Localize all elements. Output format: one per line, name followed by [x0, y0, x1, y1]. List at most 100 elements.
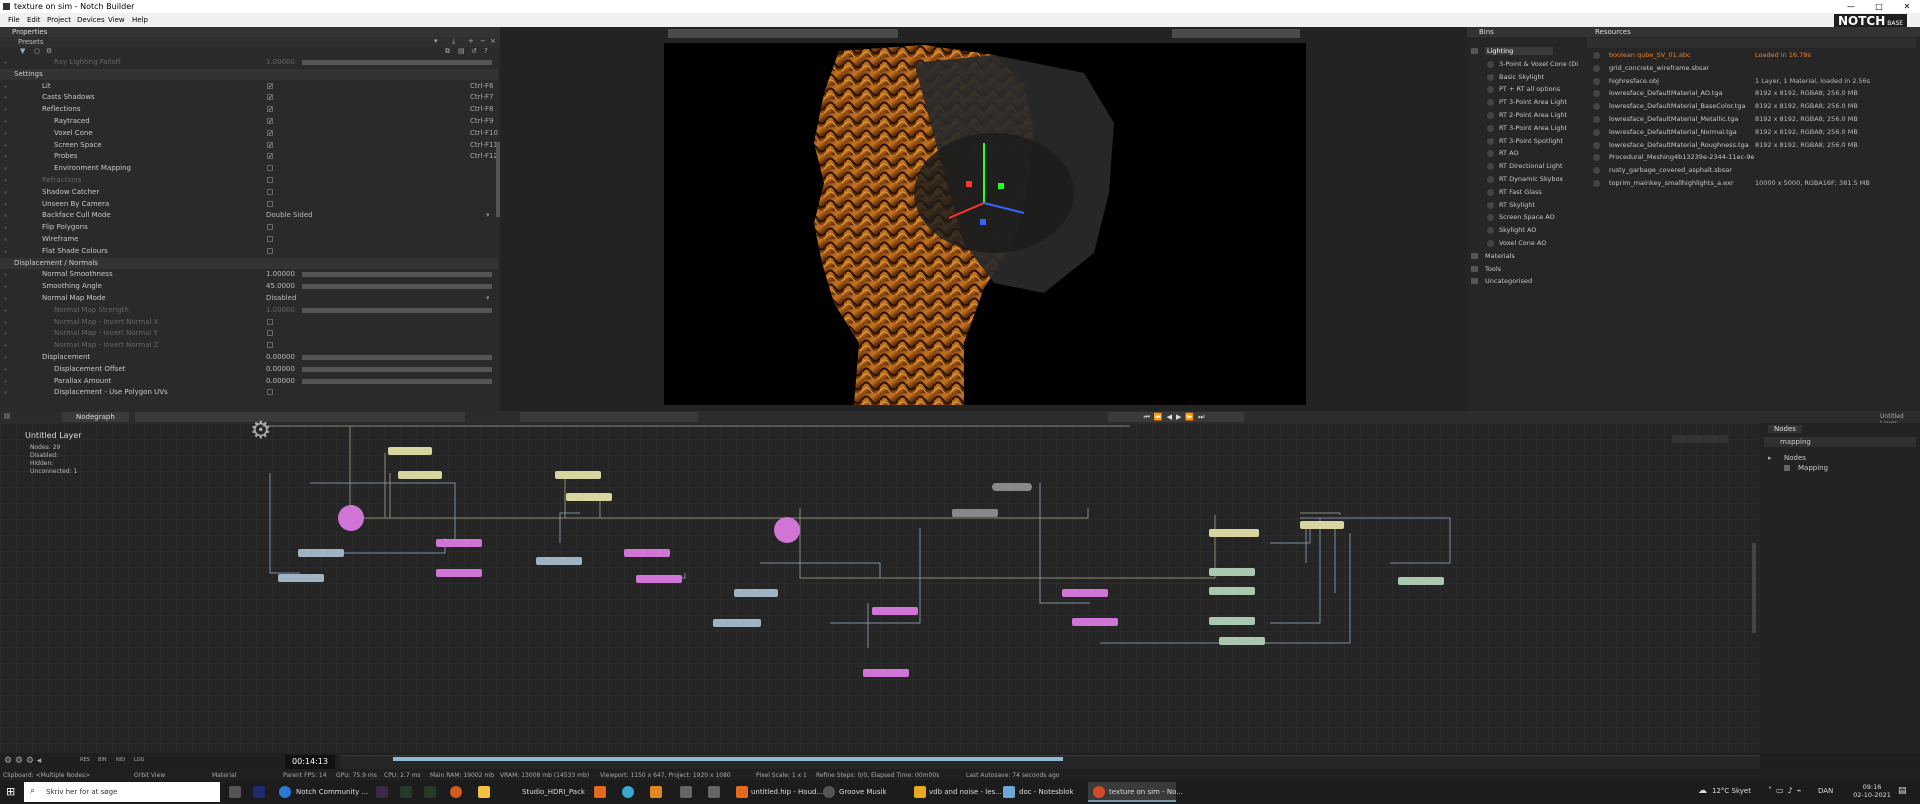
property-value-field[interactable]: 0.00000 — [266, 352, 295, 363]
node-3d-object-4[interactable] — [863, 669, 909, 677]
houdini-window-icon[interactable] — [736, 786, 748, 798]
property-checkbox[interactable] — [267, 224, 273, 231]
property-slider[interactable] — [302, 284, 492, 290]
node-light-2[interactable] — [398, 471, 442, 479]
close-icon[interactable]: × — [490, 37, 496, 45]
menu-edit[interactable]: Edit — [27, 16, 41, 24]
property-row[interactable]: Probes ✓ Ctrl-F12 — [0, 151, 498, 162]
property-slider[interactable] — [302, 60, 492, 65]
node-3d-object-2[interactable] — [436, 569, 482, 577]
language-indicator[interactable]: DAN — [1818, 787, 1833, 795]
node-3d-object-1[interactable] — [436, 539, 482, 547]
root-gear-node[interactable]: ⚙ — [250, 418, 274, 442]
property-row[interactable]: Settings — [0, 68, 498, 80]
property-checkbox[interactable]: ✓ — [267, 82, 273, 89]
bin-item[interactable]: RT Dynamic Skybox — [1499, 175, 1563, 183]
node-renderer-2[interactable] — [774, 517, 800, 543]
property-row[interactable]: Raytraced ✓ Ctrl-F9 — [0, 116, 498, 127]
taskbar-search-input[interactable]: Skriv her for at søge — [24, 782, 220, 802]
tree-mapping[interactable]: Mapping — [1798, 464, 1828, 472]
notepad-icon[interactable] — [1003, 786, 1015, 798]
property-row[interactable]: Lit ✓ Ctrl-F6 — [0, 81, 498, 92]
nodes-search-input[interactable]: mapping — [1764, 437, 1916, 447]
download-icon[interactable]: ⤓ — [452, 37, 455, 46]
close-button[interactable]: ✕ — [1894, 0, 1920, 13]
node-video-loader-1[interactable] — [536, 557, 582, 565]
property-row[interactable]: Shadow Catcher — [0, 187, 498, 198]
property-checkbox[interactable] — [267, 342, 273, 349]
node-video-loader-3[interactable] — [1209, 587, 1255, 595]
tree-nodes[interactable]: Nodes — [1784, 454, 1806, 462]
property-row[interactable]: Normal Smoothness 1.00000 — [0, 269, 498, 280]
bin-item[interactable]: Basic Skylight — [1499, 73, 1544, 81]
menu-devices[interactable]: Devices — [77, 16, 105, 24]
bin-item[interactable]: RT Skylight — [1499, 201, 1535, 209]
keyframe-dot-icon[interactable] — [4, 167, 7, 171]
nodegraph-tools[interactable] — [135, 412, 465, 422]
keyframe-dot-icon[interactable] — [4, 214, 7, 218]
panel-menu-icon[interactable] — [4, 413, 10, 419]
resource-name[interactable]: lowresface_DefaultMaterial_Roughness.tga — [1609, 141, 1749, 149]
keyframe-dot-icon[interactable] — [4, 84, 7, 88]
clock[interactable]: 09:16 02-10-2021 — [1852, 783, 1892, 799]
maximize-button[interactable]: □ — [1866, 0, 1892, 13]
keyframe-dot-icon[interactable] — [4, 379, 7, 383]
node-environment-image[interactable] — [566, 493, 612, 501]
keyframe-dot-icon[interactable] — [4, 249, 7, 253]
minimize-button[interactable]: — — [1838, 0, 1864, 13]
property-row[interactable]: Wireframe — [0, 234, 498, 245]
folder-icon[interactable] — [478, 786, 490, 798]
bin-item[interactable]: RT AO — [1499, 149, 1519, 157]
lock-icon[interactable]: ○ — [34, 47, 40, 55]
tree-toggle-icon[interactable]: ▸ — [1768, 454, 1772, 462]
bin-item[interactable]: Tools — [1485, 265, 1501, 273]
property-value-field[interactable]: 1.00000 — [266, 57, 295, 68]
taskbar-app-notch-community[interactable]: Notch Community ... — [296, 784, 368, 800]
filter-icon[interactable]: ▼ — [20, 47, 25, 55]
keyframe-dot-icon[interactable] — [4, 96, 7, 100]
bin-item[interactable]: Skylight AO — [1499, 226, 1536, 234]
property-row[interactable]: Normal Map Strength 1.00000 — [0, 305, 498, 316]
resource-name[interactable]: toprim_mainkey_smallhighlights_a.exr — [1609, 179, 1734, 187]
timeline-range-bar[interactable] — [393, 757, 1063, 761]
property-value-field[interactable]: 1.00000 — [266, 269, 295, 280]
property-checkbox[interactable] — [267, 200, 273, 207]
property-row[interactable]: Backface Cull Mode Double Sided ▾ — [0, 210, 498, 221]
node-mapping[interactable] — [952, 509, 998, 517]
groove-icon[interactable] — [823, 786, 835, 798]
nodegraph-scrollbar[interactable] — [1752, 543, 1756, 633]
keyframe-dot-icon[interactable] — [4, 179, 7, 182]
bin-item[interactable]: Materials — [1485, 252, 1515, 260]
property-row[interactable]: Displacement 0.00000 — [0, 352, 498, 363]
node-video-loader-5[interactable] — [1219, 637, 1265, 645]
task-view-icon[interactable] — [229, 786, 241, 798]
photos-icon[interactable] — [680, 786, 692, 798]
property-row[interactable]: Environment Mapping — [0, 163, 498, 174]
help-icon[interactable]: ? — [484, 47, 488, 55]
property-checkbox[interactable] — [267, 236, 273, 242]
property-checkbox[interactable] — [267, 330, 273, 337]
blender-icon[interactable] — [650, 786, 662, 798]
painter-icon[interactable] — [424, 786, 436, 798]
add-icon[interactable]: + — [468, 37, 474, 45]
property-row[interactable]: Parallax Amount 0.00000 — [0, 376, 498, 387]
bin-item[interactable]: RT Directional Light — [1499, 162, 1563, 170]
nid-button[interactable]: NID — [116, 757, 125, 763]
resources-search[interactable] — [1587, 38, 1916, 48]
property-row[interactable]: Screen Space ✓ Ctrl-F11 — [0, 140, 498, 151]
taskbar-app-groove[interactable]: Groove Musik — [839, 784, 887, 800]
zbrush-icon[interactable] — [376, 786, 388, 798]
property-value-field[interactable]: 1.00000 — [266, 305, 295, 316]
node-field[interactable] — [624, 549, 670, 557]
log-button[interactable]: LOG — [134, 757, 144, 763]
bin-button[interactable]: BIN — [98, 757, 107, 763]
node-procedural-meshing-2[interactable] — [1072, 618, 1118, 626]
nodegraph-zoom-controls[interactable] — [1672, 435, 1728, 443]
timeline-ruler[interactable] — [340, 755, 1760, 769]
property-row[interactable]: Displacement / Normals — [0, 257, 498, 269]
resource-name[interactable]: lowresface_DefaultMaterial_BaseColor.tga — [1609, 102, 1745, 110]
property-checkbox[interactable]: ✓ — [267, 94, 273, 101]
keyframe-dot-icon[interactable] — [4, 120, 7, 123]
property-row[interactable]: Unseen By Camera — [0, 199, 498, 210]
chevron-down-icon[interactable]: ▾ — [486, 210, 490, 221]
